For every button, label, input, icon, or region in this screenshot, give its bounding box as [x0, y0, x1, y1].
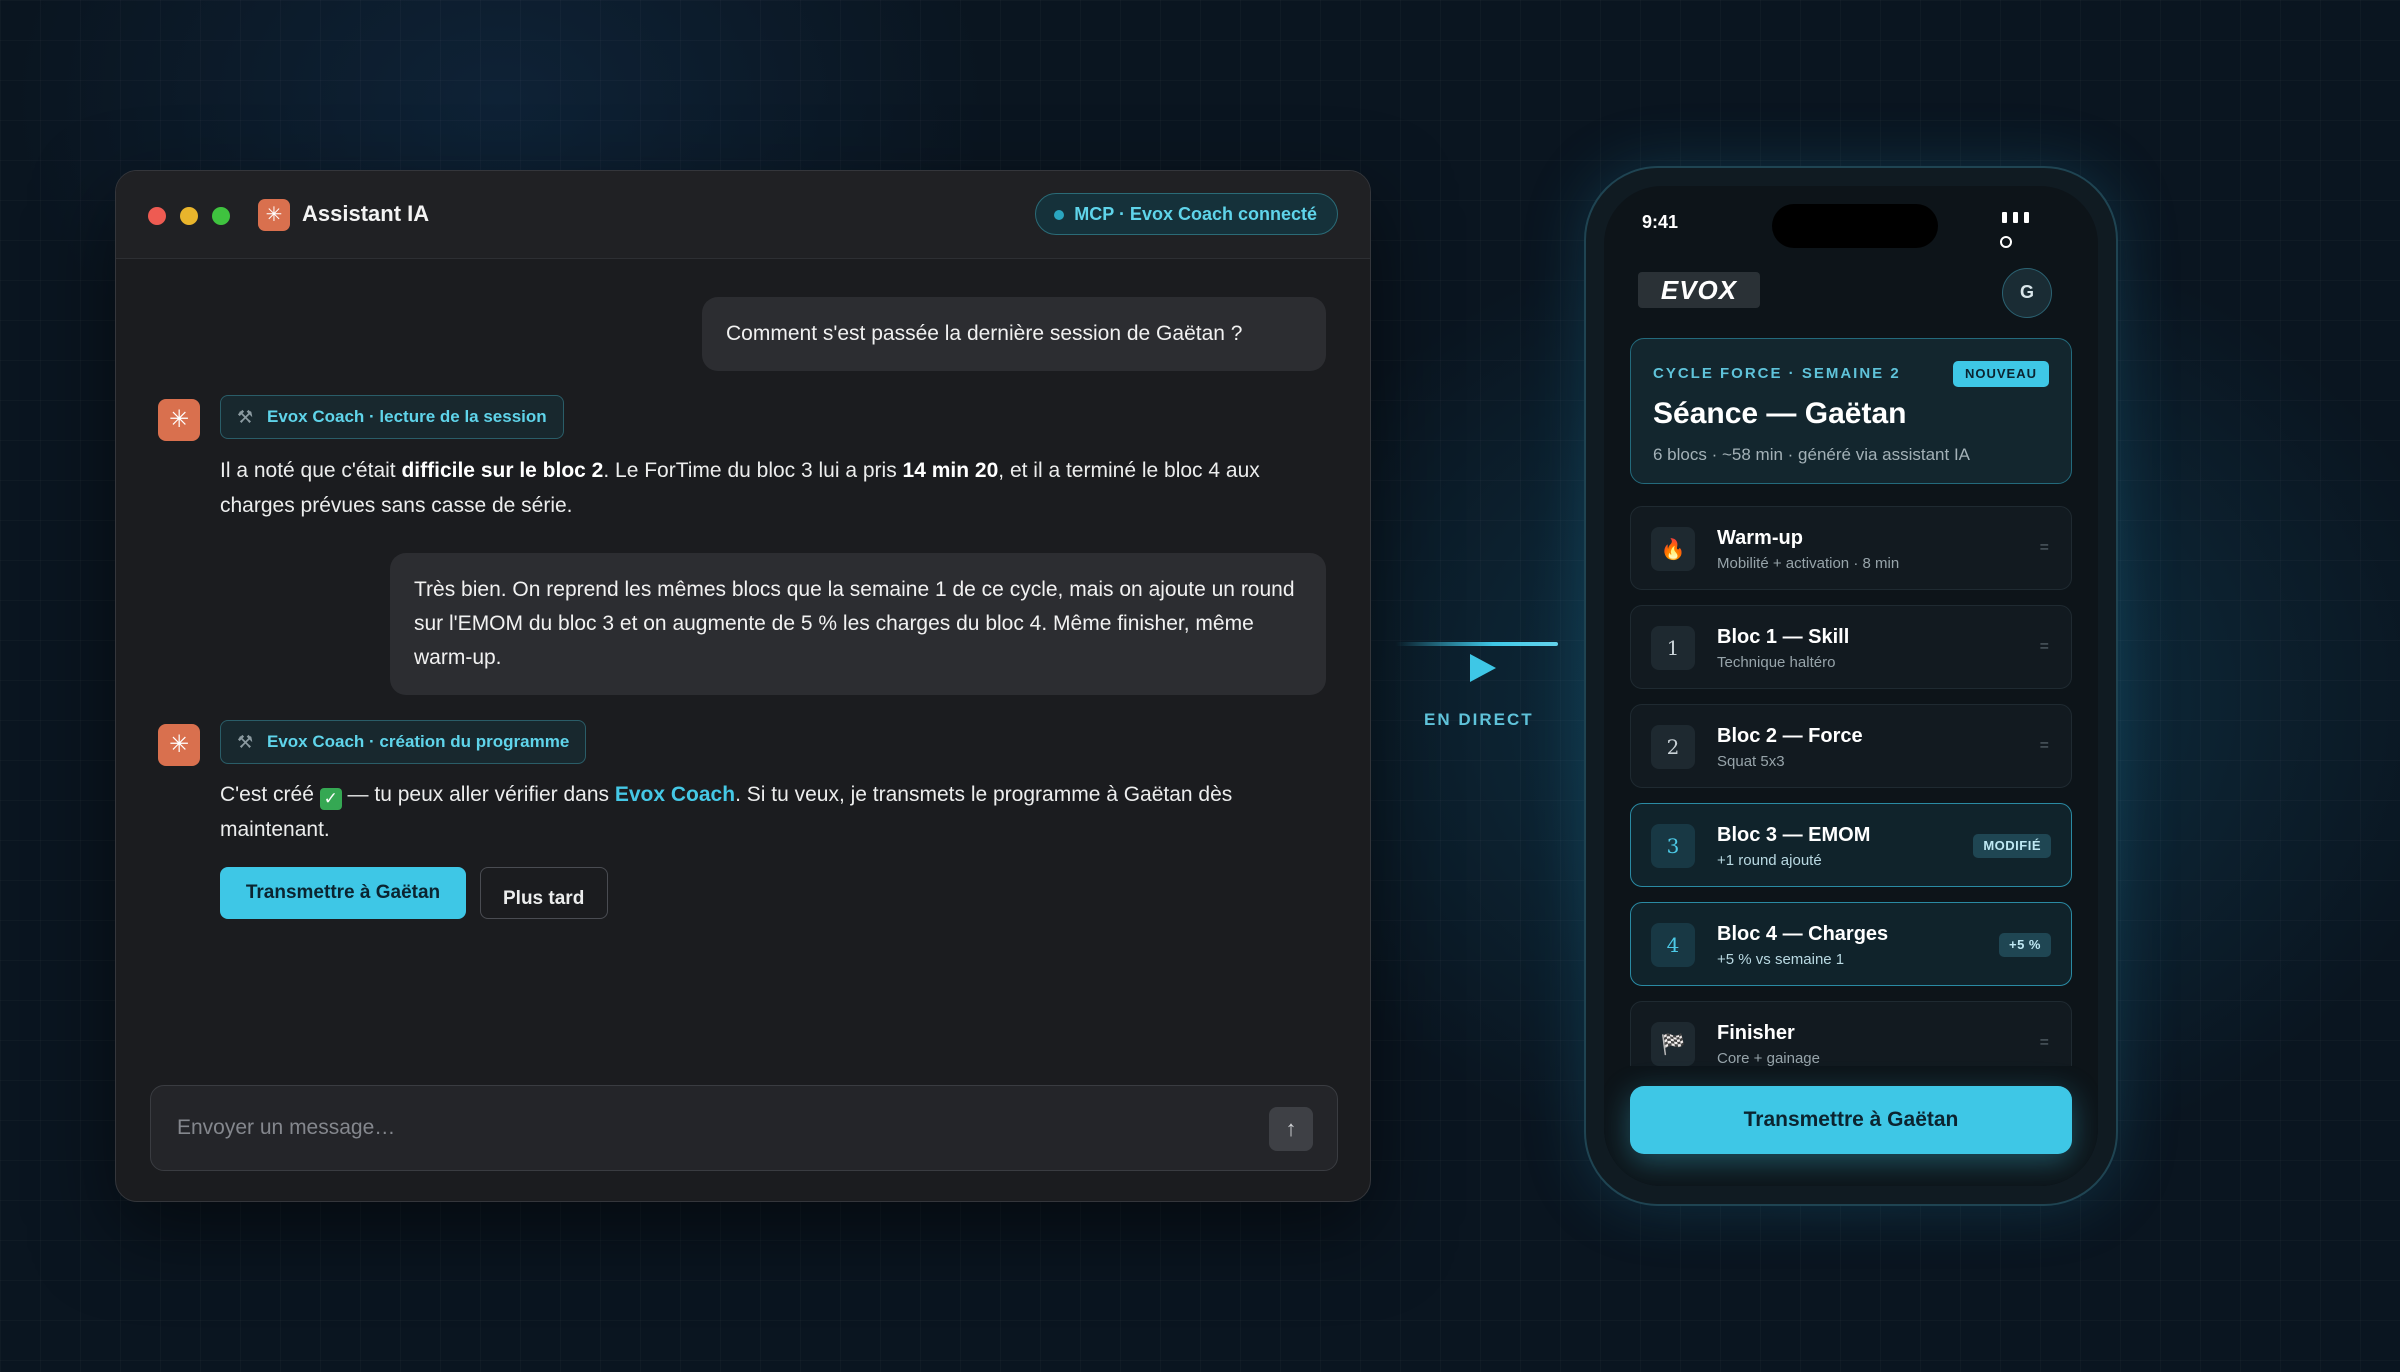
close-window-button[interactable]	[148, 207, 166, 225]
block-subtitle: +1 round ajouté	[1717, 852, 1822, 869]
assistant-message: Il a noté que c'était difficile sur le b…	[220, 453, 1330, 523]
later-button[interactable]: Plus tard	[480, 867, 608, 919]
block-title: Warm-up	[1717, 527, 1803, 549]
number-icon: 1	[1651, 626, 1695, 670]
evox-logo: EVOX	[1638, 272, 1760, 308]
block-title: Bloc 1 — Skill	[1717, 626, 1850, 648]
battery-icon	[2000, 236, 2012, 248]
block-title: Finisher	[1717, 1022, 1795, 1044]
cycle-label: CYCLE FORCE · SEMAINE 2	[1653, 365, 1901, 382]
block-item[interactable]: 🔥 Warm-up Mobilité + activation · 8 min …	[1630, 506, 2072, 590]
user-message: Très bien. On reprend les mêmes blocs qu…	[390, 553, 1326, 695]
send-to-athlete-button[interactable]: Transmettre à Gaëtan	[1630, 1086, 2072, 1154]
minimize-window-button[interactable]	[180, 207, 198, 225]
phone-screen: 9:41 EVOX G CYCLE FORCE · SEMAINE 2 NOUV…	[1604, 186, 2098, 1186]
tool-call-chip[interactable]: ⚒ Evox Coach · création du programme	[220, 720, 587, 764]
chat-window: ✳ Assistant IA MCP · Evox Coach connecté…	[115, 170, 1371, 1202]
asterisk-icon: ✳	[158, 724, 200, 766]
session-subtitle: 6 blocs · ~58 min · généré via assistant…	[1653, 445, 1971, 464]
block-item[interactable]: 2 Bloc 2 — Force Squat 5x3 =	[1630, 704, 2072, 788]
drag-handle-icon[interactable]: =	[2040, 1034, 2049, 1052]
increase-badge: +5 %	[1999, 933, 2051, 957]
message-composer: ↑	[150, 1085, 1338, 1171]
block-title: Bloc 3 — EMOM	[1717, 824, 1871, 846]
status-dot-icon	[1054, 210, 1065, 220]
send-to-athlete-button[interactable]: Transmettre à Gaëtan	[220, 867, 466, 919]
play-icon	[1470, 654, 1496, 682]
number-icon: 2	[1651, 725, 1695, 769]
block-subtitle: Core + gainage	[1717, 1050, 1820, 1067]
phone-frame: 9:41 EVOX G CYCLE FORCE · SEMAINE 2 NOUV…	[1584, 166, 2118, 1206]
assistant-message: C'est créé ✓ — tu peux aller vérifier da…	[220, 777, 1330, 847]
signal-icon	[2002, 210, 2035, 228]
plug-icon: ⚒	[237, 732, 254, 752]
text-span: C'est créé	[220, 783, 320, 806]
number-icon: 4	[1651, 923, 1695, 967]
dynamic-island	[1772, 204, 1938, 248]
modified-badge: MODIFIÉ	[1973, 834, 2051, 858]
app-title: Assistant IA	[302, 201, 430, 226]
text-bold: 14 min 20	[902, 459, 999, 482]
drag-handle-icon[interactable]: =	[2040, 638, 2049, 656]
block-item[interactable]: 3 Bloc 3 — EMOM +1 round ajouté MODIFIÉ	[1630, 803, 2072, 887]
block-subtitle: Squat 5x3	[1717, 753, 1785, 770]
title-bar: ✳ Assistant IA MCP · Evox Coach connecté	[116, 171, 1370, 259]
asterisk-icon: ✳	[258, 199, 290, 231]
plug-icon: ⚒	[237, 407, 254, 427]
block-item[interactable]: 4 Bloc 4 — Charges +5 % vs semaine 1 +5 …	[1630, 902, 2072, 986]
session-card[interactable]: CYCLE FORCE · SEMAINE 2 NOUVEAU Séance —…	[1630, 338, 2072, 484]
drag-handle-icon[interactable]: =	[2040, 539, 2049, 557]
drag-handle-icon[interactable]: =	[2040, 737, 2049, 755]
message-input[interactable]	[177, 1086, 1177, 1170]
tool-call-chip[interactable]: ⚒ Evox Coach · lecture de la session	[220, 395, 564, 439]
evox-coach-link[interactable]: Evox Coach	[615, 783, 735, 806]
block-title: Bloc 4 — Charges	[1717, 923, 1889, 945]
user-message: Comment s'est passée la dernière session…	[702, 297, 1326, 371]
mcp-status-badge: MCP · Evox Coach connecté	[1035, 193, 1338, 235]
avatar[interactable]: G	[2002, 268, 2052, 318]
checkered-flag-icon: 🏁	[1651, 1022, 1695, 1066]
send-arrow-icon[interactable]: ↑	[1269, 1107, 1313, 1151]
maximize-window-button[interactable]	[212, 207, 230, 225]
block-subtitle: Technique haltéro	[1717, 654, 1836, 671]
tool-call-label: Evox Coach · création du programme	[267, 732, 570, 751]
block-title: Bloc 2 — Force	[1717, 725, 1863, 747]
block-subtitle: Mobilité + activation · 8 min	[1717, 555, 1900, 572]
text-span: — tu peux aller vérifier dans	[341, 783, 615, 806]
number-icon: 3	[1651, 824, 1695, 868]
asterisk-icon: ✳	[158, 399, 200, 441]
tool-call-label: Evox Coach · lecture de la session	[267, 407, 547, 426]
mcp-status-text: MCP · Evox Coach connecté	[1074, 204, 1317, 224]
new-badge: NOUVEAU	[1952, 361, 2049, 387]
fire-icon: 🔥	[1651, 527, 1695, 571]
block-subtitle: +5 % vs semaine 1	[1717, 951, 1845, 968]
check-icon: ✓	[319, 788, 342, 810]
session-title: Séance — Gaëtan	[1653, 397, 1907, 430]
text-span: . Le ForTime du bloc 3 lui a pris	[603, 459, 903, 482]
status-time: 9:41	[1642, 212, 1679, 232]
block-item[interactable]: 1 Bloc 1 — Skill Technique haltéro =	[1630, 605, 2072, 689]
text-span: Il a noté que c'était	[220, 459, 402, 482]
text-bold: difficile sur le bloc 2	[401, 459, 604, 482]
